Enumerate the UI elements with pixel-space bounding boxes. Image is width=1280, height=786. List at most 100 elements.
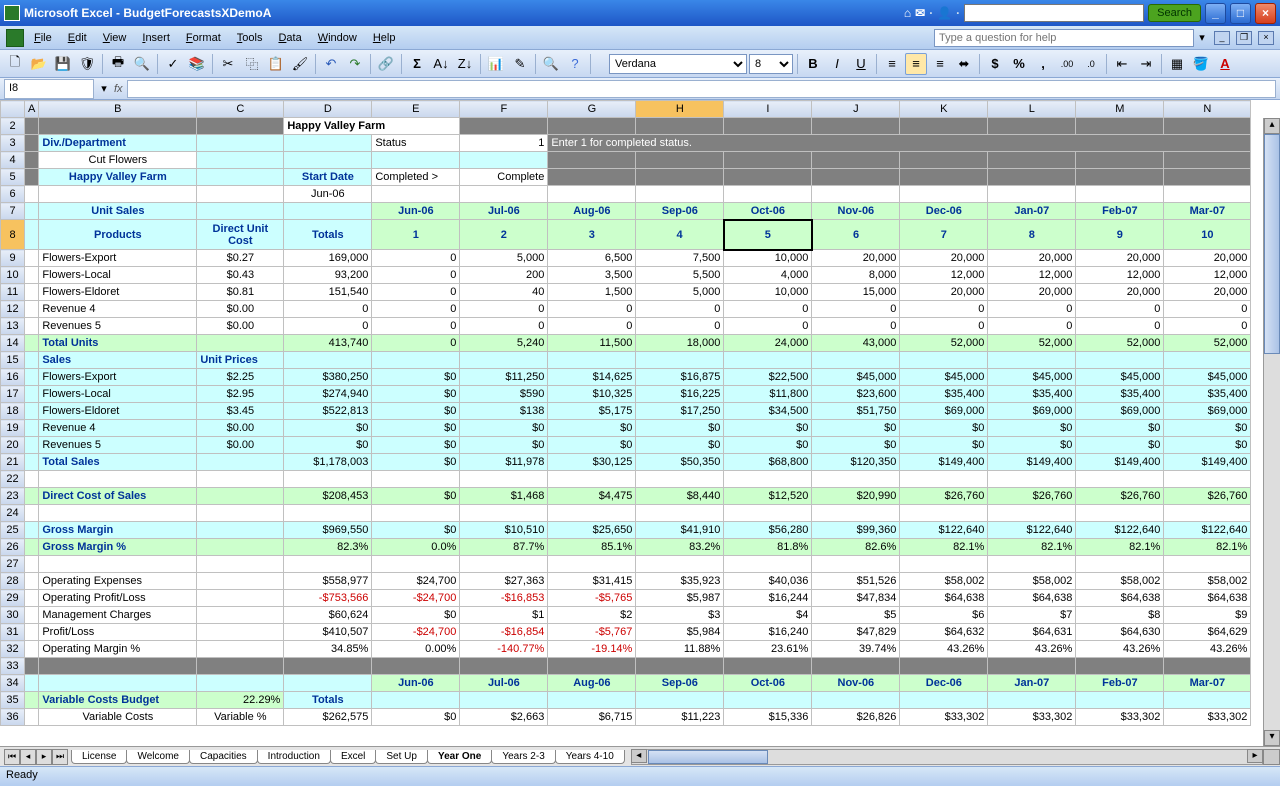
cell[interactable] bbox=[636, 152, 724, 169]
cell[interactable] bbox=[812, 186, 900, 203]
cell[interactable]: $0 bbox=[1164, 420, 1251, 437]
cell[interactable]: -$5,767 bbox=[548, 624, 636, 641]
cell[interactable] bbox=[636, 352, 724, 369]
cell[interactable] bbox=[724, 352, 812, 369]
cell[interactable]: 0 bbox=[1076, 318, 1164, 335]
cell[interactable] bbox=[25, 488, 39, 505]
cell[interactable]: 34.85% bbox=[284, 641, 372, 658]
cell[interactable]: Variable Costs bbox=[39, 709, 197, 726]
web-search-input[interactable] bbox=[964, 4, 1144, 22]
cell[interactable]: $1,178,003 bbox=[284, 454, 372, 471]
cell[interactable] bbox=[1164, 169, 1251, 186]
column-header[interactable]: I bbox=[724, 101, 812, 118]
cell[interactable] bbox=[1164, 186, 1251, 203]
cell[interactable]: 0 bbox=[284, 301, 372, 318]
cell[interactable]: $47,829 bbox=[812, 624, 900, 641]
cell[interactable] bbox=[812, 118, 900, 135]
row-header[interactable]: 6 bbox=[1, 186, 25, 203]
cell[interactable]: 83.2% bbox=[636, 539, 724, 556]
tab-last-icon[interactable]: ⏭ bbox=[52, 749, 68, 765]
decrease-indent-icon[interactable]: ⇤ bbox=[1111, 53, 1133, 75]
cell[interactable]: 18,000 bbox=[636, 335, 724, 352]
cell[interactable]: Jun-06 bbox=[372, 675, 460, 692]
cell[interactable] bbox=[25, 573, 39, 590]
cell[interactable] bbox=[1076, 505, 1164, 522]
cell[interactable]: $35,400 bbox=[1164, 386, 1251, 403]
cell[interactable] bbox=[548, 505, 636, 522]
cell[interactable]: $11,250 bbox=[460, 369, 548, 386]
cell[interactable] bbox=[25, 522, 39, 539]
cell[interactable]: $26,760 bbox=[988, 488, 1076, 505]
horizontal-scrollbar[interactable]: ◂ ▸ bbox=[631, 749, 1263, 765]
cell[interactable]: $0 bbox=[900, 437, 988, 454]
cell[interactable]: 20,000 bbox=[988, 284, 1076, 301]
copy-icon[interactable]: ⿻ bbox=[241, 53, 263, 75]
cell[interactable] bbox=[197, 186, 284, 203]
merge-icon[interactable]: ⬌ bbox=[953, 53, 975, 75]
cell[interactable]: $16,240 bbox=[724, 624, 812, 641]
cell[interactable] bbox=[724, 169, 812, 186]
cell[interactable]: Total Units bbox=[39, 335, 197, 352]
cell[interactable]: 20,000 bbox=[900, 250, 988, 267]
cell[interactable] bbox=[460, 505, 548, 522]
print-preview-icon[interactable]: 🔍 bbox=[131, 53, 153, 75]
cell[interactable]: $35,400 bbox=[988, 386, 1076, 403]
cell[interactable]: $64,629 bbox=[1164, 624, 1251, 641]
cell[interactable]: 85.1% bbox=[548, 539, 636, 556]
cell[interactable] bbox=[284, 135, 372, 152]
cell[interactable]: $0 bbox=[460, 420, 548, 437]
cell[interactable]: Jun-06 bbox=[284, 186, 372, 203]
cell[interactable]: Jan-07 bbox=[988, 675, 1076, 692]
cell[interactable]: 5,500 bbox=[636, 267, 724, 284]
cell[interactable]: Aug-06 bbox=[548, 203, 636, 220]
decrease-decimal-icon[interactable]: .0 bbox=[1080, 53, 1102, 75]
column-header[interactable]: B bbox=[39, 101, 197, 118]
cell[interactable]: $4,475 bbox=[548, 488, 636, 505]
cell[interactable] bbox=[372, 152, 460, 169]
cell[interactable]: $11,978 bbox=[460, 454, 548, 471]
row-header[interactable]: 19 bbox=[1, 420, 25, 437]
cell[interactable]: $0 bbox=[372, 437, 460, 454]
cell[interactable] bbox=[900, 186, 988, 203]
cell[interactable] bbox=[25, 641, 39, 658]
cell[interactable]: $33,302 bbox=[988, 709, 1076, 726]
cell[interactable] bbox=[25, 692, 39, 709]
cell[interactable]: 0.00% bbox=[372, 641, 460, 658]
cell[interactable] bbox=[460, 471, 548, 488]
cell[interactable] bbox=[25, 352, 39, 369]
cell[interactable]: $45,000 bbox=[1164, 369, 1251, 386]
italic-button[interactable]: I bbox=[826, 53, 848, 75]
cell[interactable] bbox=[988, 556, 1076, 573]
cell[interactable]: Enter 1 for completed status. bbox=[548, 135, 1251, 152]
cell[interactable]: 43.26% bbox=[1076, 641, 1164, 658]
cell[interactable]: Totals bbox=[284, 220, 372, 250]
cell[interactable]: Nov-06 bbox=[812, 203, 900, 220]
cell[interactable] bbox=[25, 118, 39, 135]
cell[interactable]: 4 bbox=[636, 220, 724, 250]
cell[interactable] bbox=[25, 301, 39, 318]
cell[interactable]: $149,400 bbox=[900, 454, 988, 471]
column-header[interactable]: L bbox=[988, 101, 1076, 118]
cell[interactable] bbox=[372, 692, 460, 709]
cell[interactable]: 5 bbox=[724, 220, 812, 250]
row-header[interactable]: 34 bbox=[1, 675, 25, 692]
cell[interactable]: $149,400 bbox=[1164, 454, 1251, 471]
cell[interactable] bbox=[25, 624, 39, 641]
cell[interactable]: $69,000 bbox=[988, 403, 1076, 420]
cell[interactable] bbox=[812, 352, 900, 369]
cell[interactable]: $56,280 bbox=[724, 522, 812, 539]
cell[interactable] bbox=[900, 505, 988, 522]
row-header[interactable]: 12 bbox=[1, 301, 25, 318]
cell[interactable] bbox=[25, 284, 39, 301]
cell[interactable]: $41,910 bbox=[636, 522, 724, 539]
cell[interactable]: 87.7% bbox=[460, 539, 548, 556]
print-icon[interactable]: 🖶 bbox=[107, 53, 129, 75]
cell[interactable]: Jun-06 bbox=[372, 203, 460, 220]
cell[interactable] bbox=[284, 675, 372, 692]
cell[interactable]: Status bbox=[372, 135, 460, 152]
cell[interactable]: $0.00 bbox=[197, 301, 284, 318]
cell[interactable]: $11,800 bbox=[724, 386, 812, 403]
cell[interactable] bbox=[548, 692, 636, 709]
cell[interactable]: Unit Prices bbox=[197, 352, 284, 369]
sheet-tab[interactable]: Welcome bbox=[126, 750, 190, 764]
